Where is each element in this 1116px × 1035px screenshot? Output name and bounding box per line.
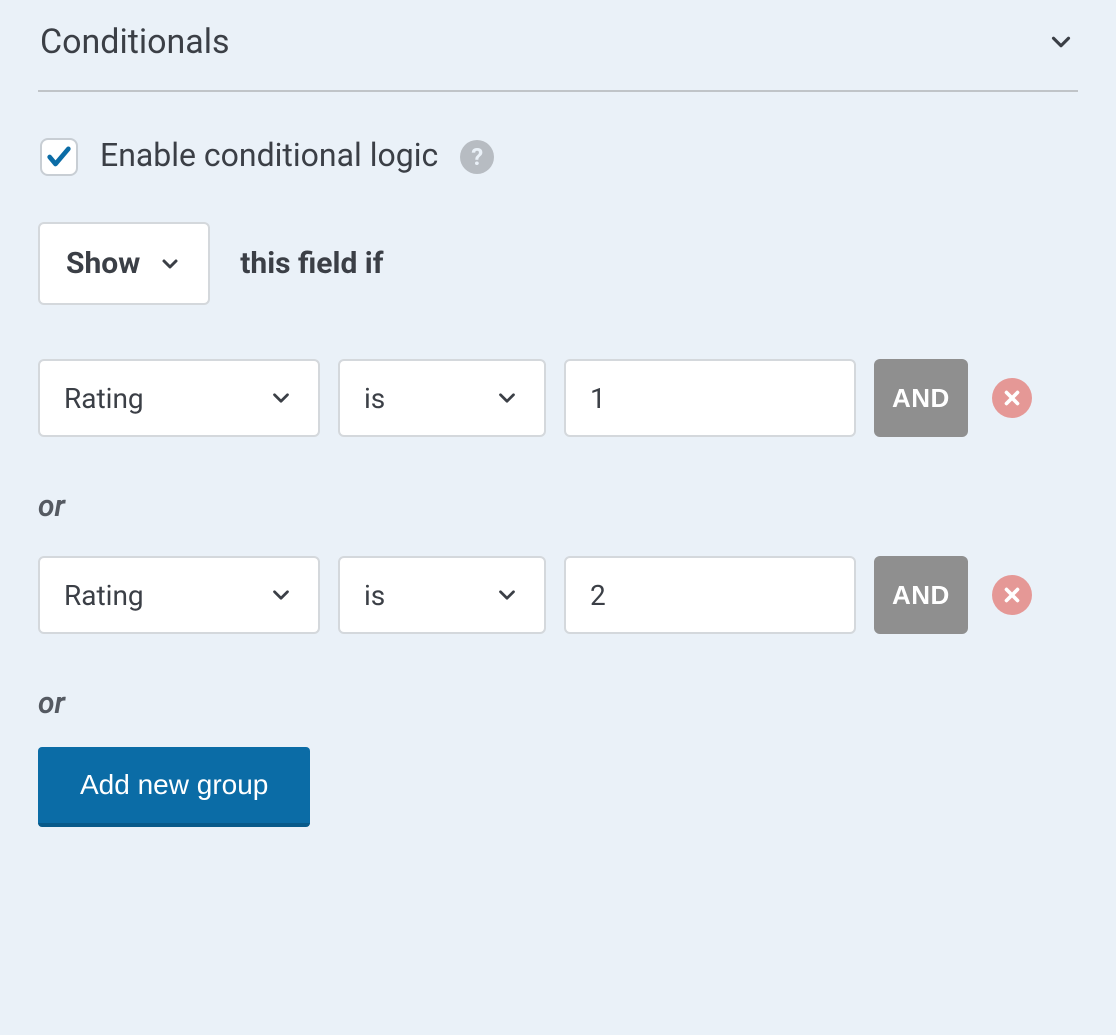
condition-field-select[interactable]: Rating <box>38 359 320 437</box>
condition-row: Rating is 2 AND <box>38 556 1078 634</box>
condition-operator-select[interactable]: is <box>338 556 546 634</box>
action-select-value: Show <box>66 246 140 281</box>
enable-conditional-logic-row: Enable conditional logic ? <box>38 136 1078 174</box>
help-icon[interactable]: ? <box>460 140 494 174</box>
enable-conditional-logic-label: Enable conditional logic <box>100 136 438 174</box>
or-separator-label: or <box>38 489 1078 524</box>
or-separator-label: or <box>38 686 1078 721</box>
collapse-chevron-icon[interactable] <box>1046 27 1076 57</box>
panel-title: Conditionals <box>40 22 230 62</box>
chevron-down-icon <box>158 252 182 276</box>
action-select[interactable]: Show <box>38 222 210 305</box>
condition-operator-value: is <box>364 382 385 415</box>
conditionals-panel: Conditionals Enable conditional logic ? … <box>0 0 1116 857</box>
remove-condition-button[interactable] <box>992 575 1032 615</box>
chevron-down-icon <box>268 582 294 608</box>
and-button[interactable]: AND <box>874 359 968 437</box>
condition-value-select[interactable]: 2 <box>564 556 856 634</box>
panel-header[interactable]: Conditionals <box>38 0 1078 92</box>
condition-operator-value: is <box>364 579 385 612</box>
condition-value: 2 <box>590 579 606 612</box>
condition-value: 1 <box>590 382 606 415</box>
chevron-down-icon <box>268 385 294 411</box>
chevron-down-icon <box>494 385 520 411</box>
condition-field-value: Rating <box>64 579 144 612</box>
condition-field-select[interactable]: Rating <box>38 556 320 634</box>
condition-row: Rating is 1 AND <box>38 359 1078 437</box>
chevron-down-icon <box>494 582 520 608</box>
add-new-group-button[interactable]: Add new group <box>38 747 310 827</box>
condition-value-select[interactable]: 1 <box>564 359 856 437</box>
enable-conditional-logic-checkbox[interactable] <box>40 138 78 176</box>
show-hide-action-row: Show this field if <box>38 222 1078 305</box>
remove-condition-button[interactable] <box>992 378 1032 418</box>
action-suffix-label: this field if <box>240 246 383 281</box>
and-button[interactable]: AND <box>874 556 968 634</box>
condition-operator-select[interactable]: is <box>338 359 546 437</box>
condition-field-value: Rating <box>64 382 144 415</box>
